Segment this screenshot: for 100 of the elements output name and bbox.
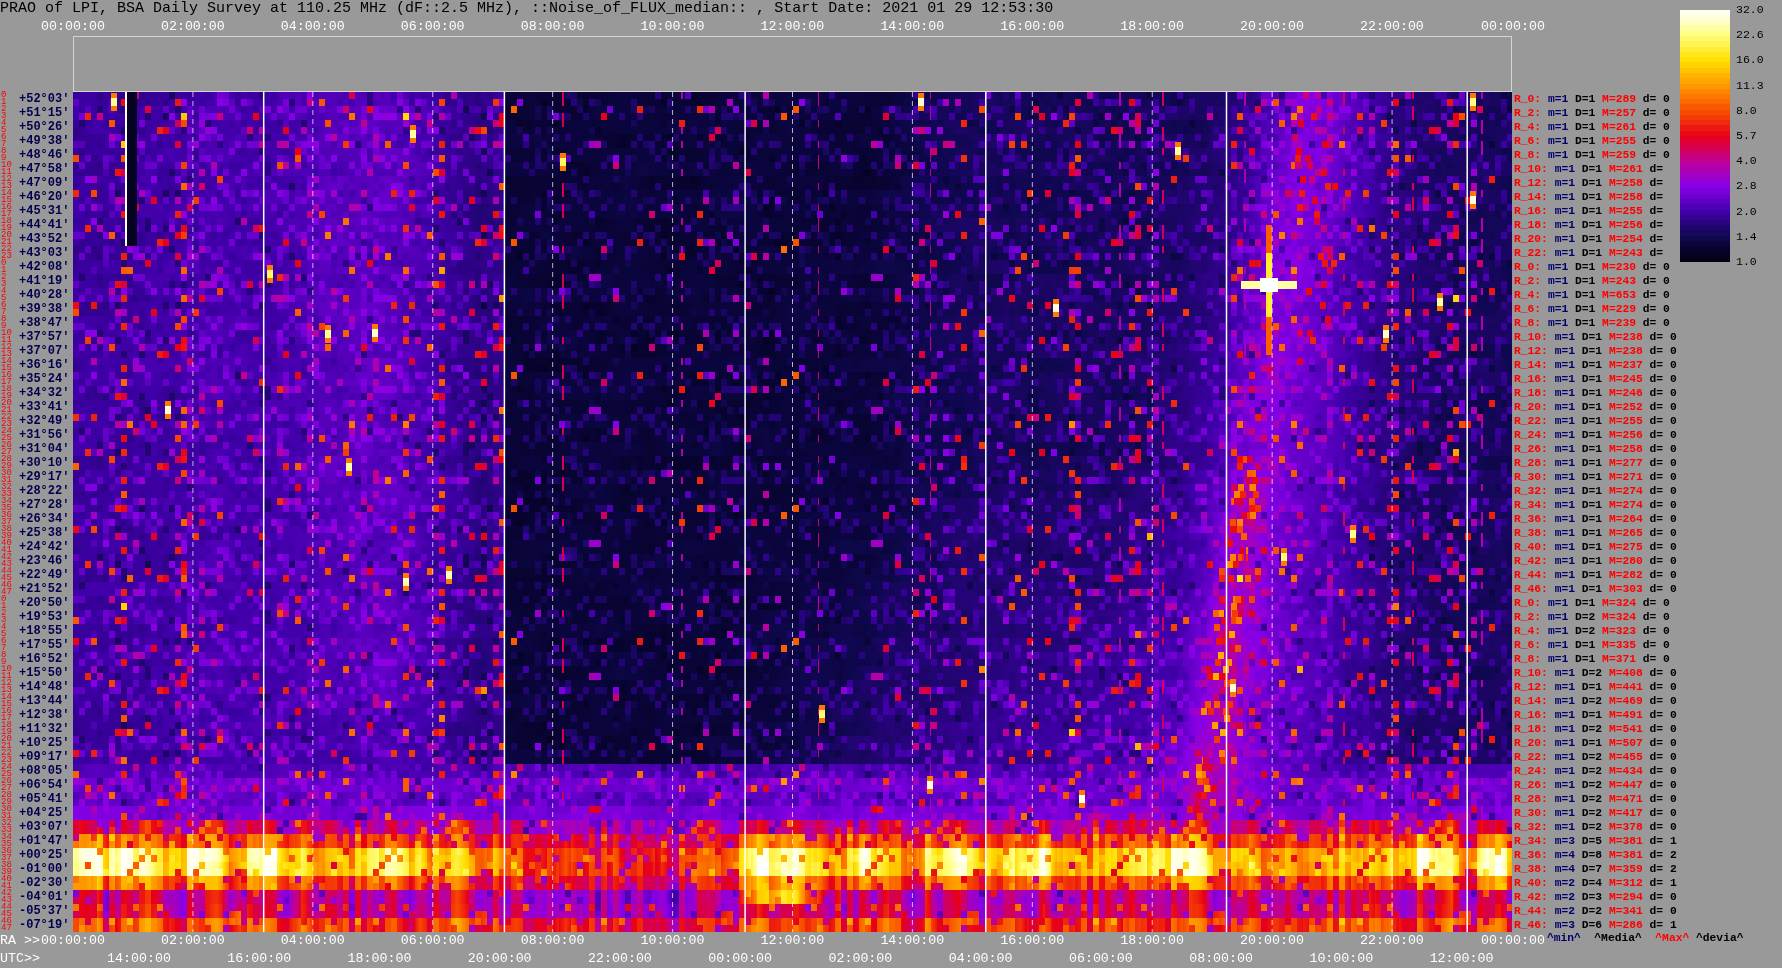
deviation-value: d= 0 <box>1649 526 1677 540</box>
scale-label: 8.0 <box>1736 104 1757 117</box>
deviation-value: d= 0 <box>1642 596 1670 610</box>
max-value: M=274 <box>1608 498 1643 512</box>
scale-label: 1.0 <box>1736 255 1757 268</box>
min-value: m=1 <box>1554 358 1575 372</box>
declination-label: +28°22′ <box>19 484 70 498</box>
ra-time-label: 16:00:00 <box>1000 933 1065 949</box>
beam-label: R_26: <box>1514 442 1548 456</box>
ra-time-label: 08:00:00 <box>520 933 585 949</box>
declination-label: +30°10′ <box>19 456 70 470</box>
median-value: D=1 <box>1581 204 1603 218</box>
median-value: D=2 <box>1581 666 1603 680</box>
beam-label: R_46: <box>1514 918 1548 932</box>
ra-time-label: 04:00:00 <box>280 933 345 949</box>
deviation-value: d= <box>1649 162 1664 176</box>
ra-time-label: 10:00:00 <box>640 19 705 35</box>
deviation-value: d= 0 <box>1649 736 1677 750</box>
median-value: D=1 <box>1575 260 1596 274</box>
deviation-value: d= 0 <box>1649 470 1677 484</box>
chart-title: PRAO of LPI, BSA Daily Survey at 110.25 MHz (dF::2.5 MHz), ::Noise_of_FLUX_median:: , Start Date: 2021 01 29 12:53:30 <box>0 0 1054 18</box>
median-value: D=1 <box>1581 442 1603 456</box>
min-value: m=1 <box>1547 120 1569 134</box>
min-value: m=1 <box>1554 568 1575 582</box>
declination-label: +09°17′ <box>19 750 70 764</box>
max-value: M=324 <box>1602 610 1636 624</box>
declination-label: +51°15′ <box>19 106 70 120</box>
median-value: D=1 <box>1575 302 1596 316</box>
declination-label: +31°56′ <box>19 428 70 442</box>
min-value: m=1 <box>1554 806 1575 820</box>
scale-label: 1.4 <box>1736 230 1757 243</box>
median-value: D=1 <box>1575 652 1596 666</box>
utc-time-label: 14:00:00 <box>107 951 171 967</box>
ra-time-label: 06:00:00 <box>400 19 465 35</box>
min-value: m=1 <box>1554 232 1575 246</box>
min-value: m=1 <box>1554 330 1575 344</box>
declination-label: +46°20′ <box>19 190 70 204</box>
ra-time-label: 22:00:00 <box>1360 19 1424 35</box>
declination-label: +03°07′ <box>19 820 70 834</box>
min-legend: ^min^ <box>1546 932 1581 945</box>
median-value: D=2 <box>1581 778 1603 792</box>
min-value: m=1 <box>1554 372 1575 386</box>
median-value: D=1 <box>1581 456 1603 470</box>
scale-label: 22.6 <box>1736 29 1764 42</box>
beam-label: R_6: <box>1514 134 1542 148</box>
ra-time-label: 14:00:00 <box>880 19 945 35</box>
max-value: M=238 <box>1608 330 1643 344</box>
deviation-value: d= 0 <box>1649 554 1677 568</box>
max-value: M=434 <box>1608 764 1643 778</box>
declination-label: +34°32′ <box>19 386 70 400</box>
declination-label: +16°52′ <box>19 652 70 666</box>
min-value: m=1 <box>1554 344 1575 358</box>
deviation-value: d= 0 <box>1642 610 1670 624</box>
median-value: D=1 <box>1581 232 1603 246</box>
deviation-value: d= 0 <box>1649 540 1677 554</box>
median-value: D=7 <box>1581 862 1603 876</box>
min-value: m=1 <box>1547 134 1569 148</box>
min-value: m=1 <box>1547 274 1569 288</box>
median-value: D=1 <box>1581 484 1603 498</box>
min-value: m=1 <box>1554 764 1575 778</box>
max-value: M=246 <box>1608 386 1643 400</box>
beam-label: R_20: <box>1514 232 1548 246</box>
min-value: m=1 <box>1554 386 1575 400</box>
beam-label: R_8: <box>1514 652 1542 666</box>
min-value: m=1 <box>1554 540 1575 554</box>
beam-label: R_18: <box>1514 722 1548 736</box>
min-value: m=2 <box>1554 876 1575 890</box>
ra-time-label: 18:00:00 <box>1120 19 1185 35</box>
declination-label: +50°26′ <box>19 120 70 134</box>
declination-label: +25°38′ <box>19 526 70 540</box>
deviation-value: d= 0 <box>1642 274 1670 288</box>
min-value: m=1 <box>1554 694 1575 708</box>
beam-label: R_40: <box>1514 540 1548 554</box>
min-value: m=1 <box>1547 596 1569 610</box>
max-value: M=243 <box>1608 246 1643 260</box>
beam-label: R_46: <box>1514 582 1548 596</box>
median-value: D=1 <box>1575 274 1596 288</box>
scale-label: 16.0 <box>1736 54 1764 67</box>
declination-label: +05°41′ <box>19 792 70 806</box>
declination-label: +32°49′ <box>19 414 70 428</box>
deviation-value: d= 0 <box>1649 344 1677 358</box>
min-value: m=1 <box>1554 428 1575 442</box>
beam-label: R_14: <box>1514 694 1548 708</box>
beam-label: R_44: <box>1514 904 1548 918</box>
median-value: D=1 <box>1581 680 1603 694</box>
deviation-value: d= 0 <box>1649 568 1677 582</box>
deviation-value: d= 0 <box>1649 330 1677 344</box>
max-legend: ^Max^ <box>1655 932 1690 945</box>
beam-label: R_8: <box>1514 316 1542 330</box>
min-value: m=1 <box>1554 162 1575 176</box>
beam-label: R_42: <box>1514 890 1548 904</box>
beam-label: R_0: <box>1514 596 1542 610</box>
deviation-value: d= 1 <box>1649 876 1677 890</box>
max-value: M=441 <box>1608 680 1643 694</box>
beam-label: R_30: <box>1514 470 1548 484</box>
median-value: D=1 <box>1575 120 1596 134</box>
deviation-value: d= 0 <box>1649 778 1677 792</box>
deviation-value: d= 0 <box>1649 414 1677 428</box>
median-value: D=2 <box>1581 820 1603 834</box>
max-value: M=255 <box>1608 414 1643 428</box>
